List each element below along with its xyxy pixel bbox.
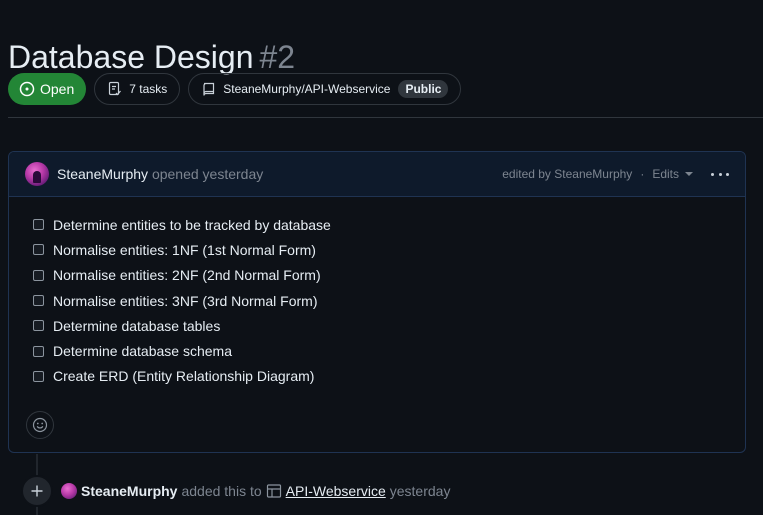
task-checkbox[interactable] xyxy=(33,370,44,382)
smiley-icon xyxy=(32,417,48,433)
kebab-menu-icon[interactable] xyxy=(711,166,729,182)
repo-pill[interactable]: SteaneMurphy/API-Webservice Public xyxy=(188,73,462,105)
visibility-badge: Public xyxy=(398,80,449,98)
repo-name: SteaneMurphy/API-Webservice xyxy=(223,82,391,96)
issue-page: Database Design #2 Open 7 tasks SteaneMur… xyxy=(0,0,763,515)
comment-header: SteaneMurphy opened yesterday edited by … xyxy=(9,152,745,197)
plus-icon xyxy=(31,485,43,497)
state-label: Open xyxy=(40,81,75,97)
header-divider xyxy=(8,117,763,118)
comment-action: opened yesterday xyxy=(151,166,264,182)
issue-opened-icon xyxy=(19,81,35,97)
task-label: Normalise entities: 3NF (3rd Normal Form… xyxy=(53,292,318,309)
issue-number: #2 xyxy=(259,39,296,76)
task-item: Create ERD (Entity Relationship Diagram) xyxy=(33,364,331,389)
task-checkbox[interactable] xyxy=(33,320,44,332)
task-list: Determine entities to be tracked by data… xyxy=(33,212,331,389)
event-time: yesterday xyxy=(389,483,451,499)
edited-by-label: edited by SteaneMurphy xyxy=(502,167,633,181)
task-checkbox[interactable] xyxy=(33,219,44,231)
repo-icon xyxy=(201,81,217,97)
edits-dropdown[interactable]: Edits xyxy=(652,167,693,181)
task-label: Determine database tables xyxy=(53,317,221,334)
avatar[interactable] xyxy=(61,483,77,499)
task-item: Normalise entities: 1NF (1st Normal Form… xyxy=(33,237,331,262)
event-actor[interactable]: SteaneMurphy xyxy=(81,483,177,499)
issue-meta-row: Open 7 tasks SteaneMurphy/API-Webservice… xyxy=(8,73,462,105)
task-label: Normalise entities: 2NF (2nd Normal Form… xyxy=(53,267,321,284)
issue-title: Database Design #2 xyxy=(8,37,295,77)
task-item: Normalise entities: 3NF (3rd Normal Form… xyxy=(33,288,331,313)
comment-author[interactable]: SteaneMurphy xyxy=(57,166,148,182)
task-label: Normalise entities: 1NF (1st Normal Form… xyxy=(53,241,316,258)
add-reaction-button[interactable] xyxy=(26,411,54,439)
task-label: Determine entities to be tracked by data… xyxy=(53,216,331,233)
tasks-pill[interactable]: 7 tasks xyxy=(94,73,181,105)
task-checkbox[interactable] xyxy=(33,244,44,256)
task-label: Determine database schema xyxy=(53,343,232,360)
task-checkbox[interactable] xyxy=(33,345,44,357)
timeline-event: SteaneMurphy added this to API-Webservic… xyxy=(61,482,450,500)
comment-header-actions: edited by SteaneMurphy · Edits xyxy=(502,166,729,182)
state-badge: Open xyxy=(8,73,87,105)
task-label: Create ERD (Entity Relationship Diagram) xyxy=(53,368,315,385)
task-item: Determine entities to be tracked by data… xyxy=(33,212,331,237)
table-icon xyxy=(266,483,282,499)
task-item: Determine database tables xyxy=(33,313,331,338)
task-checkbox[interactable] xyxy=(33,269,44,281)
issue-body-comment: SteaneMurphy opened yesterday edited by … xyxy=(8,151,746,453)
event-action: added this to xyxy=(181,483,262,499)
chevron-down-icon xyxy=(685,172,693,176)
task-item: Determine database schema xyxy=(33,338,331,363)
checklist-icon xyxy=(107,81,123,97)
project-link[interactable]: API-Webservice xyxy=(286,483,386,499)
task-item: Normalise entities: 2NF (2nd Normal Form… xyxy=(33,263,331,288)
task-checkbox[interactable] xyxy=(33,295,44,307)
tasks-count: 7 tasks xyxy=(129,82,168,96)
separator-dot: · xyxy=(640,167,645,181)
issue-title-text: Database Design xyxy=(8,39,254,76)
edits-label: Edits xyxy=(652,167,679,181)
avatar[interactable] xyxy=(25,162,49,186)
timeline-badge xyxy=(21,475,53,507)
